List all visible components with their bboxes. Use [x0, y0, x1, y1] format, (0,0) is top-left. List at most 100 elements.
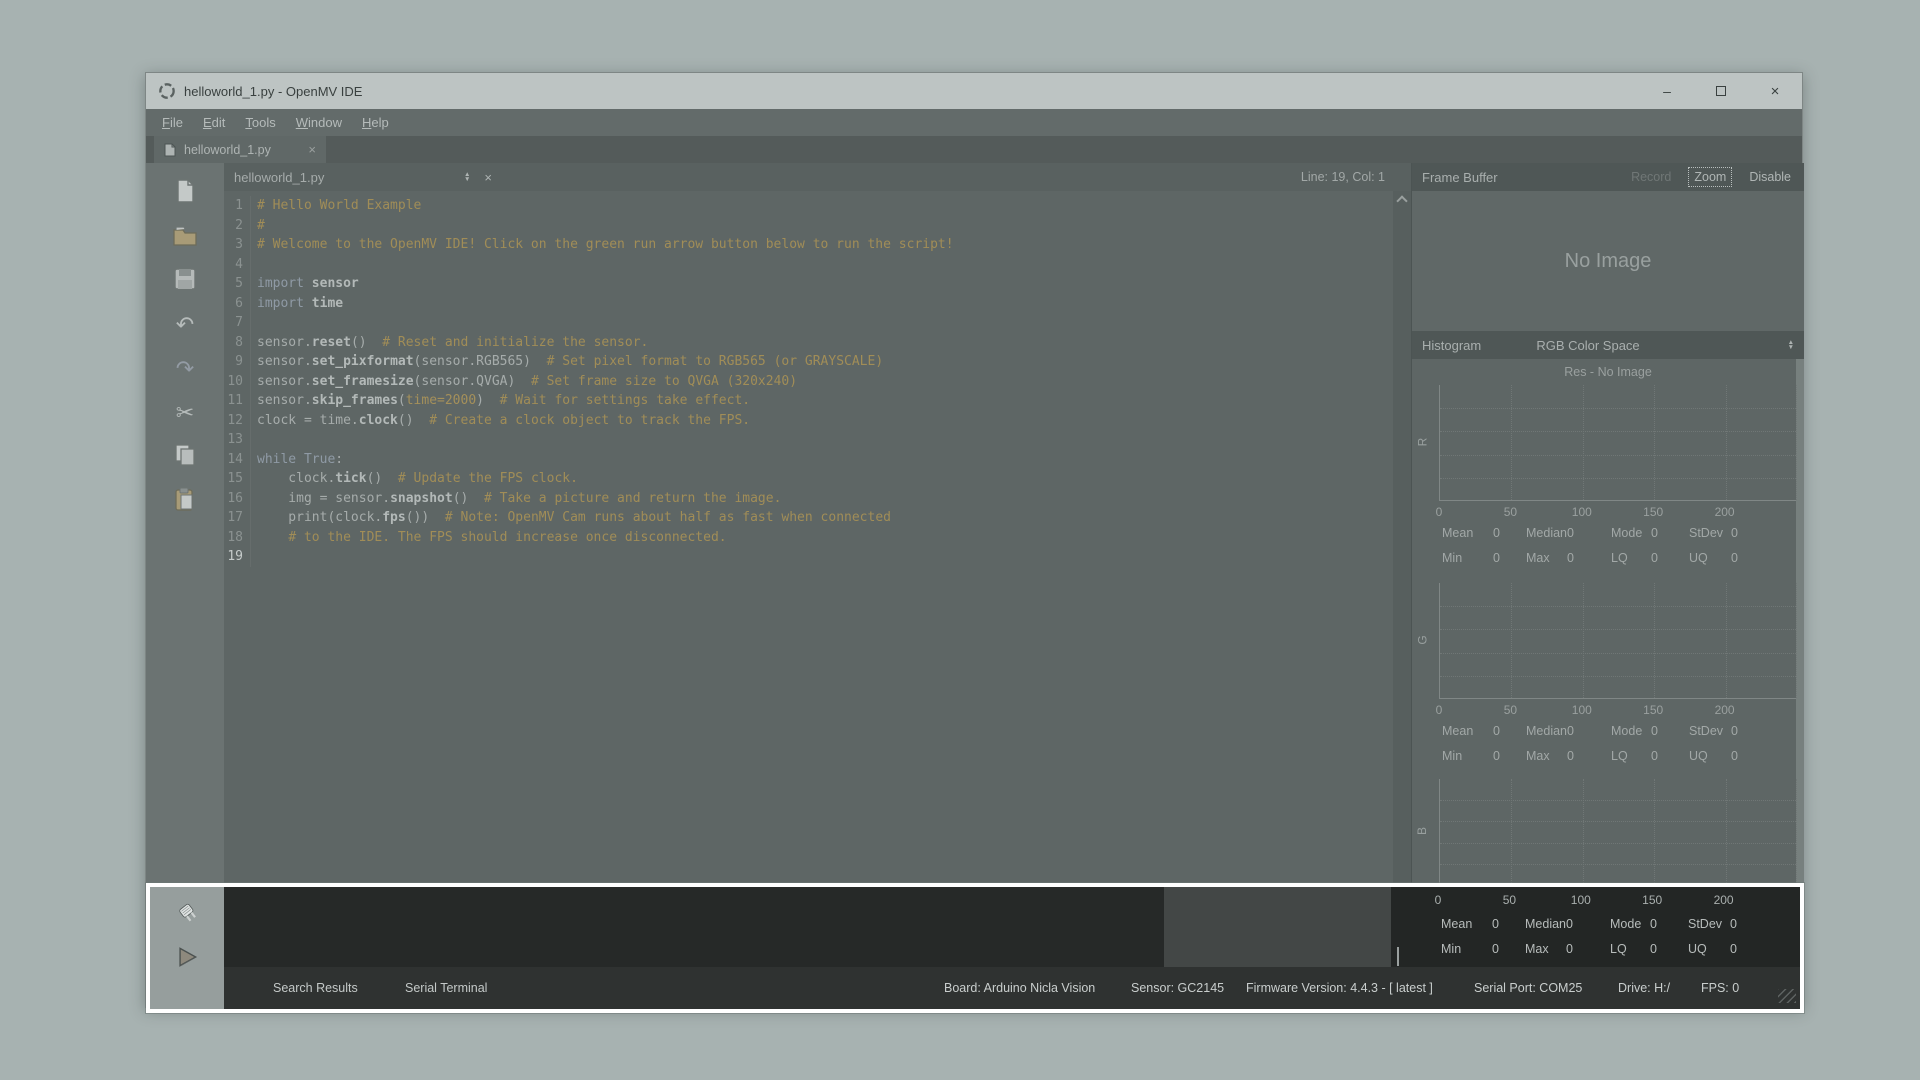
code-text: while True: [251, 450, 343, 470]
plug-icon [174, 900, 200, 926]
tab-helloworld[interactable]: helloworld_1.py × [154, 136, 326, 163]
code-line: 8sensor.reset() # Reset and initialize t… [224, 333, 1393, 353]
gridline [1440, 800, 1796, 801]
stat-value: 0 [1731, 749, 1738, 763]
desktop: { "window": { "title": "helloworld_1.py … [0, 0, 1920, 1080]
gridline [1440, 676, 1796, 677]
resolution-status: Res - No Image [1412, 359, 1804, 385]
menu-item-file[interactable]: File [152, 109, 193, 136]
status-sensor: Sensor: GC2145 [1131, 967, 1224, 1009]
stat-value: 0 [1566, 917, 1573, 931]
code-line: 15 clock.tick() # Update the FPS clock. [224, 469, 1393, 489]
code-line: 1# Hello World Example [224, 196, 1393, 216]
document-close-icon[interactable]: × [484, 170, 492, 185]
stat-label: Max [1526, 551, 1550, 565]
cut-button[interactable]: ✂ [168, 397, 202, 429]
openmv-logo-icon [158, 82, 176, 100]
window-title: helloworld_1.py - OpenMV IDE [184, 84, 362, 99]
line-number: 5 [224, 274, 251, 294]
frame-buffer-buttons: Record Zoom Disable [1626, 167, 1796, 187]
code-text: clock = time.clock() # Create a clock ob… [251, 411, 750, 431]
stat-value: 0 [1651, 551, 1658, 565]
stat-value: 0 [1567, 526, 1574, 540]
maximize-icon [1716, 86, 1726, 96]
open-file-button[interactable] [168, 221, 202, 253]
gridline [1440, 653, 1796, 654]
tab-close-icon[interactable]: × [308, 142, 316, 157]
zoom-button[interactable]: Zoom [1688, 167, 1732, 187]
code-text [251, 430, 257, 450]
status-fps: FPS: 0 [1701, 967, 1739, 1009]
menu-item-tools[interactable]: Tools [235, 109, 285, 136]
axis-tick-label: 50 [1503, 893, 1516, 907]
close-button[interactable]: × [1748, 73, 1802, 109]
axis-tick-label: 200 [1715, 703, 1735, 717]
save-file-button[interactable] [168, 265, 202, 297]
histogram-grid-b [1439, 779, 1796, 885]
line-number: 10 [224, 372, 251, 392]
axis-tick-label: 0 [1435, 893, 1442, 907]
record-button[interactable]: Record [1626, 168, 1676, 186]
disable-button[interactable]: Disable [1744, 168, 1796, 186]
editor-scrollbar[interactable] [1393, 191, 1411, 885]
line-number: 4 [224, 255, 251, 275]
menu-item-window[interactable]: Window [286, 109, 352, 136]
chevron-up-icon[interactable] [1396, 195, 1407, 206]
axis-tick-label: 50 [1504, 703, 1517, 717]
updown-arrows-icon[interactable]: ▲▼ [1788, 340, 1794, 350]
stat-label: Mode [1611, 526, 1642, 540]
bottom-tab-serial-terminal[interactable]: Serial Terminal [405, 967, 487, 1009]
new-file-button[interactable] [168, 177, 202, 209]
panel-scrollbar[interactable] [1796, 359, 1804, 885]
axis-tick-label: 200 [1714, 893, 1734, 907]
code-line: 19 [224, 547, 1393, 567]
axis-tick-label: 100 [1571, 893, 1591, 907]
main-content: ↶↷✂ helloworld_1.py ▲▼ × Line: 19, Col: … [146, 163, 1804, 885]
stat-label: LQ [1611, 551, 1628, 565]
paste-button[interactable] [168, 485, 202, 517]
resize-grip[interactable] [1778, 989, 1796, 1003]
code-line: 18 # to the IDE. The FPS should increase… [224, 528, 1393, 548]
bottom-toolstrip [150, 887, 224, 1009]
redo-button[interactable]: ↷ [168, 353, 202, 385]
line-number: 16 [224, 489, 251, 509]
gridline [1440, 455, 1796, 456]
connect-button[interactable] [170, 897, 204, 929]
stat-label: StDev [1688, 917, 1722, 931]
serial-terminal-output[interactable] [224, 887, 1164, 967]
axis-tick-label: 0 [1436, 505, 1443, 519]
stat-value: 0 [1651, 724, 1658, 738]
line-number: 8 [224, 333, 251, 353]
run-script-button[interactable] [170, 941, 204, 973]
stat-value: 0 [1651, 749, 1658, 763]
document-selector[interactable]: helloworld_1.py ▲▼ × [224, 170, 492, 185]
line-number: 15 [224, 469, 251, 489]
maximize-button[interactable] [1694, 73, 1748, 109]
stat-label: Mean [1441, 917, 1472, 931]
minimize-button[interactable]: – [1640, 73, 1694, 109]
gridline [1440, 606, 1796, 607]
code-editor-area[interactable]: 1# Hello World Example2#3# Welcome to th… [224, 191, 1393, 885]
undo-button[interactable]: ↶ [168, 309, 202, 341]
updown-arrows-icon[interactable]: ▲▼ [464, 172, 470, 182]
channel-label-r: R [1415, 438, 1429, 447]
stat-value: 0 [1492, 917, 1499, 931]
code-text: print(clock.fps()) # Note: OpenMV Cam ru… [251, 508, 891, 528]
stat-value: 0 [1567, 724, 1574, 738]
bottom-tab-search-results[interactable]: Search Results [273, 967, 358, 1009]
gridline [1440, 478, 1796, 479]
menu-item-help[interactable]: Help [352, 109, 399, 136]
stat-label: Mean [1442, 526, 1473, 540]
code-line: 11sensor.skip_frames(time=2000) # Wait f… [224, 391, 1393, 411]
gridline [1440, 864, 1796, 865]
editor-toolstrip: ↶ ↷ ✂ [146, 163, 224, 885]
stat-label: LQ [1611, 749, 1628, 763]
play-icon [174, 944, 200, 970]
scrollbar-chevron-down[interactable] [1397, 949, 1399, 967]
stat-value: 0 [1731, 551, 1738, 565]
code-line: 2# [224, 216, 1393, 236]
copy-button[interactable] [168, 441, 202, 473]
menu-item-edit[interactable]: Edit [193, 109, 235, 136]
stat-label: UQ [1689, 749, 1708, 763]
gridline [1796, 385, 1797, 500]
